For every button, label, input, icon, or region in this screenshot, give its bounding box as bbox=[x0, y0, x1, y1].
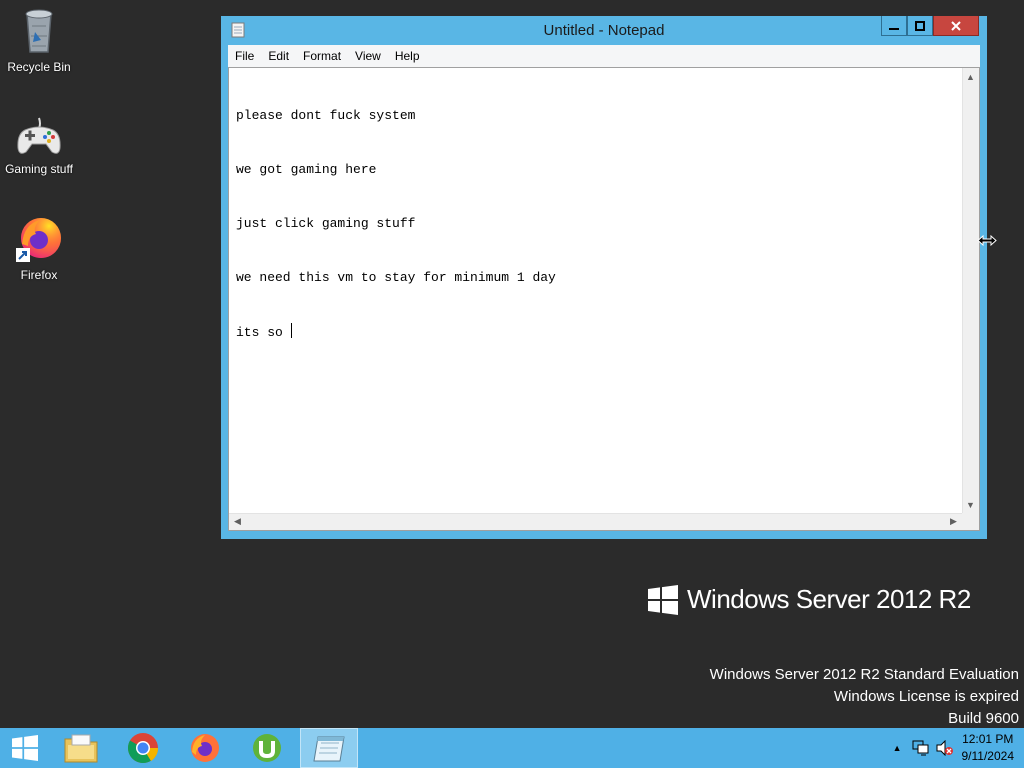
watermark-build: Build 9600 bbox=[948, 710, 1019, 727]
taskbar-notepad[interactable] bbox=[300, 728, 358, 768]
show-hidden-icons-button[interactable]: ▲ bbox=[893, 743, 902, 753]
vertical-scrollbar[interactable]: ▲ ▼ bbox=[962, 68, 979, 513]
text-content[interactable]: please dont fuck system we got gaming he… bbox=[229, 68, 962, 513]
desktop-icon-label: Firefox bbox=[20, 268, 58, 282]
resize-cursor-icon bbox=[977, 235, 997, 246]
desktop-icon-label: Gaming stuff bbox=[5, 162, 73, 176]
taskbar: ▲ 12:01 PM 9/11/2024 bbox=[0, 728, 1024, 768]
chrome-icon bbox=[127, 733, 159, 764]
windows-server-branding: Windows Server 2012 R2 bbox=[648, 584, 971, 615]
text-caret bbox=[290, 323, 292, 338]
text-editor[interactable]: please dont fuck system we got gaming he… bbox=[228, 67, 980, 531]
start-button[interactable] bbox=[0, 728, 50, 768]
firefox-icon bbox=[191, 734, 219, 762]
scroll-down-arrow-icon[interactable]: ▼ bbox=[963, 497, 978, 512]
network-icon[interactable] bbox=[912, 740, 930, 756]
desktop-icon-recycle-bin[interactable]: Recycle Bin bbox=[1, 6, 77, 74]
menu-file[interactable]: File bbox=[228, 49, 261, 63]
desktop-icon-label: Recycle Bin bbox=[7, 60, 71, 74]
maximize-button[interactable] bbox=[907, 16, 933, 36]
text-line: its so bbox=[236, 325, 291, 340]
firefox-icon bbox=[16, 218, 61, 262]
desktop-icon-gaming-stuff[interactable]: Gaming stuff bbox=[1, 114, 77, 176]
close-icon bbox=[951, 20, 961, 31]
taskbar-firefox[interactable] bbox=[176, 728, 234, 768]
windows-start-icon bbox=[12, 735, 38, 761]
text-line: just click gaming stuff bbox=[236, 216, 416, 231]
utorrent-icon bbox=[253, 734, 281, 762]
menu-bar: File Edit Format View Help bbox=[228, 45, 980, 67]
close-button[interactable] bbox=[933, 16, 979, 36]
minimize-button[interactable] bbox=[881, 16, 907, 36]
gamepad-icon bbox=[17, 117, 61, 154]
text-line: we got gaming here bbox=[236, 162, 377, 177]
minimize-icon bbox=[889, 27, 899, 30]
scroll-right-arrow-icon[interactable]: ▶ bbox=[946, 514, 961, 529]
clock-date: 9/11/2024 bbox=[961, 749, 1015, 763]
text-line: please dont fuck system bbox=[236, 108, 416, 123]
horizontal-scrollbar[interactable]: ◀ ▶ bbox=[229, 513, 962, 530]
menu-format[interactable]: Format bbox=[296, 49, 348, 63]
scroll-up-arrow-icon[interactable]: ▲ bbox=[963, 69, 978, 84]
taskbar-file-explorer[interactable] bbox=[52, 728, 110, 768]
taskbar-clock[interactable]: 12:01 PM 9/11/2024 bbox=[962, 731, 1015, 765]
system-tray: ▲ 12:01 PM 9/11/2024 bbox=[893, 728, 1024, 768]
taskbar-utorrent[interactable] bbox=[238, 728, 296, 768]
scroll-left-arrow-icon[interactable]: ◀ bbox=[230, 514, 245, 529]
file-explorer-icon bbox=[64, 734, 98, 763]
brand-logo-text: Windows Server 2012 R2 bbox=[687, 584, 971, 614]
menu-help[interactable]: Help bbox=[388, 49, 427, 63]
text-line: we need this vm to stay for minimum 1 da… bbox=[236, 270, 556, 285]
maximize-icon bbox=[915, 20, 925, 31]
notepad-titlebar[interactable]: Untitled - Notepad bbox=[221, 16, 987, 46]
watermark-edition: Windows Server 2012 R2 Standard Evaluati… bbox=[709, 666, 1019, 683]
taskbar-chrome[interactable] bbox=[114, 728, 172, 768]
desktop-icon-firefox[interactable]: Firefox bbox=[1, 214, 77, 282]
clock-time: 12:01 PM bbox=[962, 732, 1014, 746]
menu-edit[interactable]: Edit bbox=[261, 49, 296, 63]
license-watermark: Windows Server 2012 R2 Standard Evaluati… bbox=[710, 664, 1019, 730]
notepad-icon bbox=[313, 736, 345, 762]
text-line-current: its so bbox=[236, 323, 955, 342]
windows-logo-icon bbox=[648, 584, 678, 615]
notepad-window[interactable]: Untitled - Notepad File Edit Format View… bbox=[221, 16, 987, 539]
menu-view[interactable]: View bbox=[348, 49, 388, 63]
watermark-license: Windows License is expired bbox=[833, 688, 1019, 705]
scrollbar-corner bbox=[962, 513, 979, 530]
window-title: Untitled - Notepad bbox=[543, 22, 665, 39]
recycle-bin-icon bbox=[25, 9, 53, 53]
speaker-muted-icon[interactable] bbox=[936, 740, 954, 756]
